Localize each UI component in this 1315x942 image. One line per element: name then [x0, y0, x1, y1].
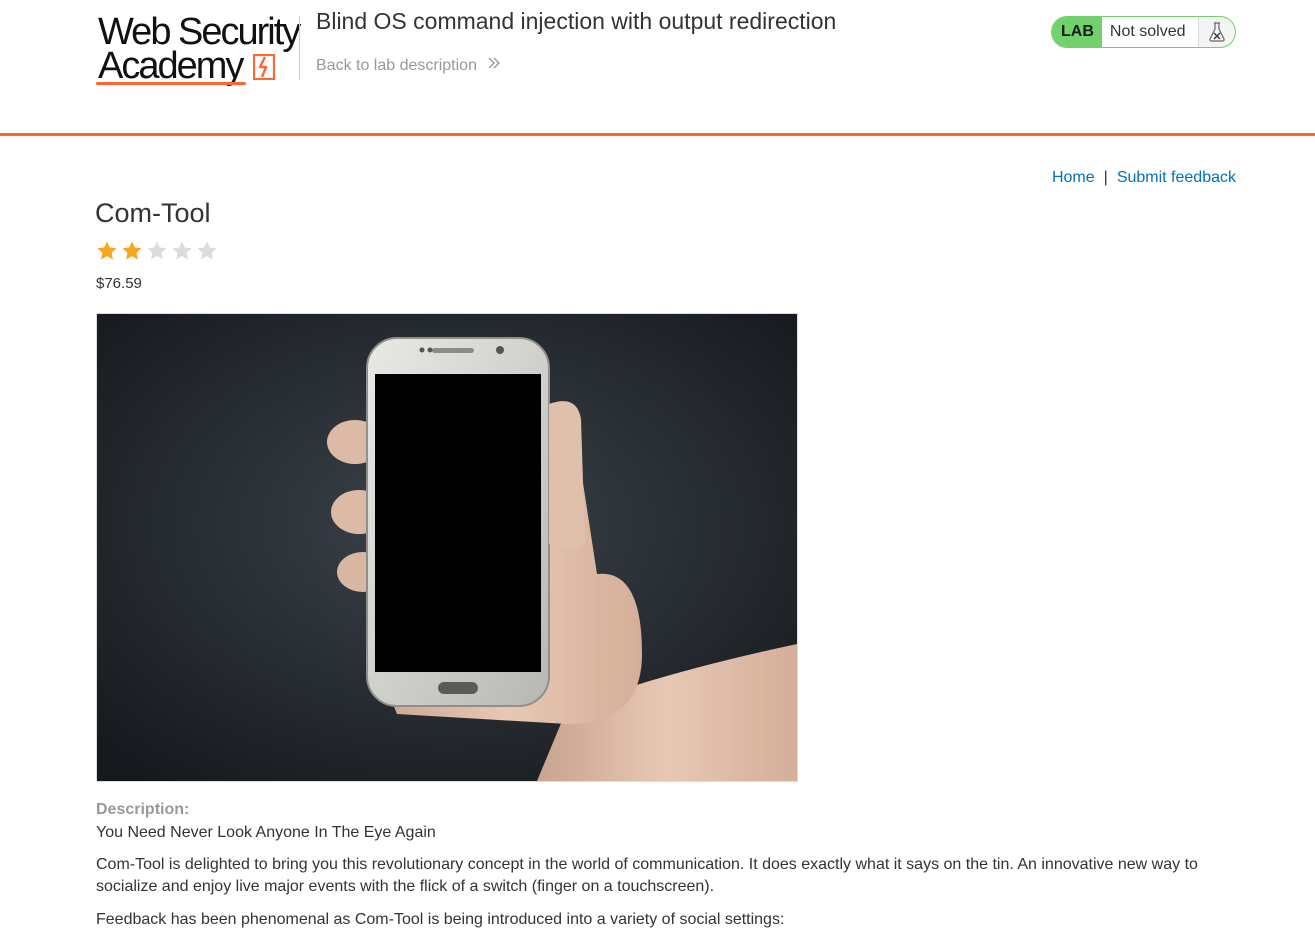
logo-underline	[96, 82, 246, 85]
web-security-academy-logo[interactable]: Web Security Academy	[96, 12, 301, 88]
logo-text-line2: Academy	[98, 45, 244, 87]
top-nav: Home | Submit feedback	[1052, 169, 1236, 187]
submit-feedback-link[interactable]: Submit feedback	[1117, 169, 1236, 186]
description-headline: You Need Never Look Anyone In The Eye Ag…	[96, 824, 436, 841]
star-empty-icon	[147, 241, 167, 260]
double-chevron-right-icon	[488, 57, 501, 69]
product-price: $76.59	[96, 275, 142, 292]
star-empty-icon	[172, 241, 192, 260]
product-rating	[96, 240, 218, 262]
star-filled-icon	[97, 241, 117, 260]
logo-bolt-icon	[253, 54, 275, 80]
site-header: Web Security Academy Blind OS command in…	[0, 0, 1315, 136]
star-filled-icon	[122, 241, 142, 260]
header-divider	[299, 16, 300, 80]
description-label: Description:	[96, 801, 190, 818]
back-to-lab-description-link[interactable]: Back to lab description	[316, 56, 501, 75]
lab-title: Blind OS command injection with output r…	[316, 8, 837, 34]
star-empty-icon	[197, 241, 217, 260]
phone-in-hand-illustration	[97, 314, 797, 781]
product-image	[96, 313, 798, 782]
flask-icon	[1199, 17, 1235, 47]
lab-status-widget: LAB Not solved	[1051, 16, 1236, 48]
lab-status-text: Not solved	[1101, 17, 1199, 47]
back-link-label: Back to lab description	[316, 57, 477, 74]
description-paragraph: Com-Tool is delighted to bring you this …	[96, 856, 1198, 895]
description-paragraph: Feedback has been phenomenal as Com-Tool…	[96, 911, 785, 928]
nav-separator: |	[1103, 169, 1108, 186]
home-link[interactable]: Home	[1052, 169, 1095, 186]
lab-tag: LAB	[1052, 17, 1102, 47]
product-title: Com-Tool	[95, 198, 211, 228]
